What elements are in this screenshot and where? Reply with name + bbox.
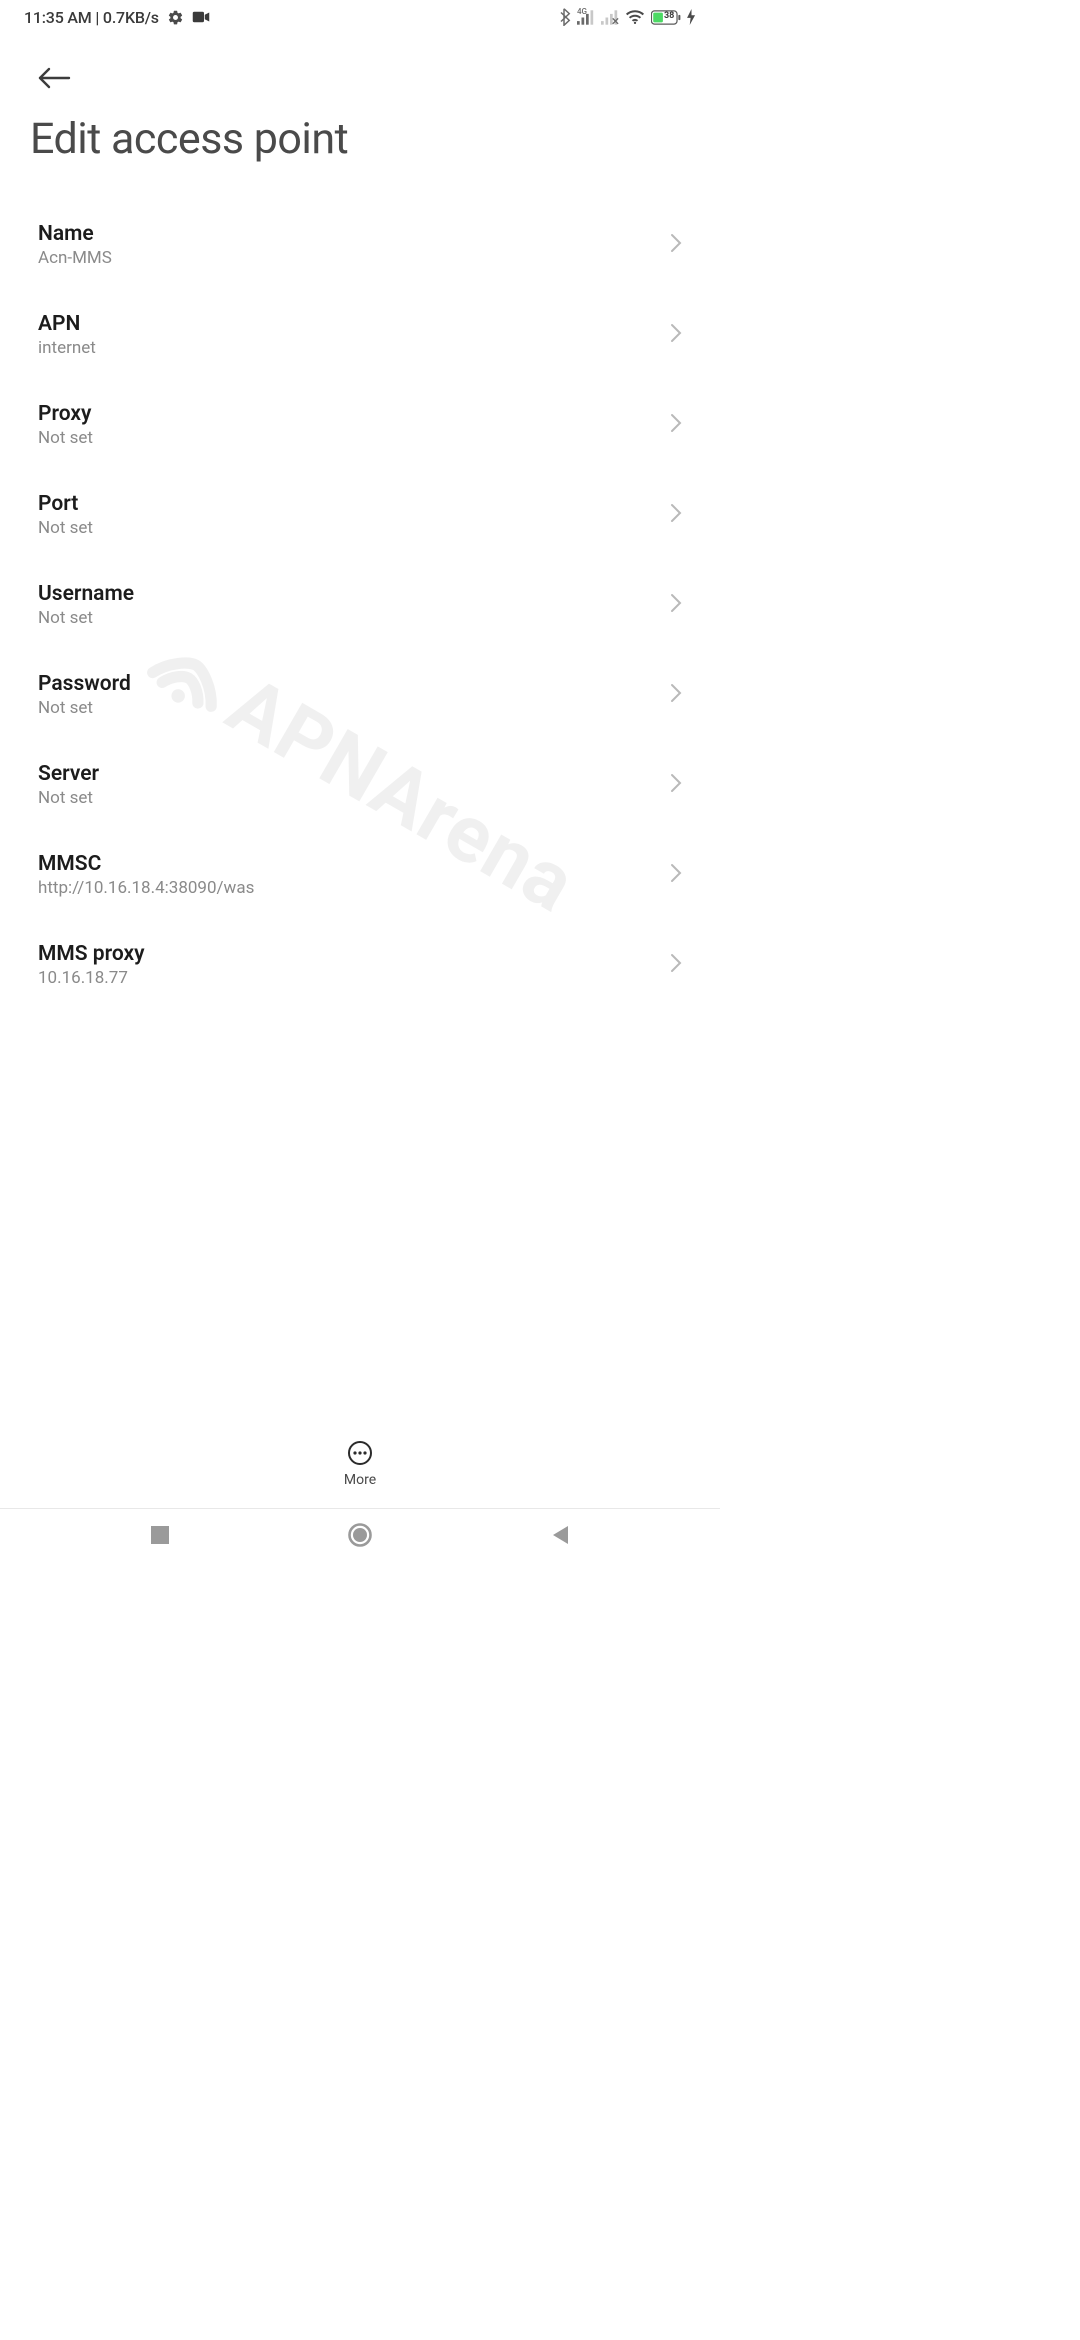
setting-label: Password	[38, 672, 131, 696]
setting-row-port[interactable]: Port Not set	[0, 470, 720, 560]
setting-value: 10.16.18.77	[38, 968, 145, 988]
setting-row-apn[interactable]: APN internet	[0, 290, 720, 380]
setting-label: APN	[38, 312, 96, 336]
nav-home-button[interactable]	[320, 1515, 400, 1555]
setting-label: Server	[38, 762, 99, 786]
settings-list: Name Acn-MMS APN internet Proxy Not set …	[0, 180, 720, 1010]
arrow-left-icon	[37, 67, 71, 89]
status-bar-left: 11:35 AM | 0.7KB/s	[24, 8, 210, 27]
battery-icon: 38	[651, 10, 681, 25]
setting-value: Not set	[38, 698, 131, 718]
chevron-right-icon	[670, 233, 682, 257]
chevron-right-icon	[670, 773, 682, 797]
chevron-right-icon	[670, 863, 682, 887]
setting-row-mmsc[interactable]: MMSC http://10.16.18.4:38090/was	[0, 830, 720, 920]
chevron-right-icon	[670, 953, 682, 977]
setting-value: http://10.16.18.4:38090/was	[38, 878, 254, 898]
setting-label: Username	[38, 582, 134, 606]
chevron-right-icon	[670, 503, 682, 527]
wifi-icon	[625, 9, 645, 25]
setting-row-server[interactable]: Server Not set	[0, 740, 720, 830]
status-bar-right: 4G 38	[557, 8, 696, 26]
setting-label: MMS proxy	[38, 942, 145, 966]
signal-4g-icon: 4G	[577, 10, 595, 25]
setting-value: Not set	[38, 518, 93, 538]
bottom-action-bar: More	[0, 1426, 720, 1502]
setting-label: MMSC	[38, 852, 254, 876]
setting-value: Not set	[38, 788, 99, 808]
setting-label: Proxy	[38, 402, 93, 426]
chevron-right-icon	[670, 413, 682, 437]
setting-value: Not set	[38, 608, 134, 628]
video-icon	[192, 10, 210, 24]
setting-row-proxy[interactable]: Proxy Not set	[0, 380, 720, 470]
setting-row-mms-proxy[interactable]: MMS proxy 10.16.18.77	[0, 920, 720, 1010]
list-fade-overlay	[0, 1390, 720, 1430]
bluetooth-icon	[557, 8, 571, 26]
signal-none-icon	[601, 10, 619, 25]
setting-row-name[interactable]: Name Acn-MMS	[0, 200, 720, 290]
gear-icon	[167, 9, 184, 26]
nav-back-button[interactable]	[520, 1515, 600, 1555]
more-icon	[347, 1440, 373, 1470]
chevron-right-icon	[670, 593, 682, 617]
more-label: More	[344, 1472, 376, 1488]
setting-row-username[interactable]: Username Not set	[0, 560, 720, 650]
setting-value: internet	[38, 338, 96, 358]
back-button[interactable]	[34, 58, 74, 98]
setting-value: Not set	[38, 428, 93, 448]
setting-row-password[interactable]: Password Not set	[0, 650, 720, 740]
status-time: 11:35 AM | 0.7KB/s	[24, 8, 159, 27]
nav-recent-button[interactable]	[120, 1515, 200, 1555]
setting-label: Port	[38, 492, 93, 516]
page-title: Edit access point	[30, 114, 690, 170]
chevron-right-icon	[670, 323, 682, 347]
page-header: Edit access point	[0, 34, 720, 180]
square-icon	[151, 1526, 169, 1544]
system-nav-bar	[0, 1508, 720, 1560]
status-bar: 11:35 AM | 0.7KB/s 4G 38	[0, 0, 720, 34]
more-button[interactable]: More	[344, 1440, 376, 1488]
circle-icon	[348, 1523, 372, 1547]
charging-icon	[687, 9, 696, 25]
triangle-left-icon	[551, 1525, 569, 1545]
setting-value: Acn-MMS	[38, 248, 112, 268]
chevron-right-icon	[670, 683, 682, 707]
setting-label: Name	[38, 222, 112, 246]
